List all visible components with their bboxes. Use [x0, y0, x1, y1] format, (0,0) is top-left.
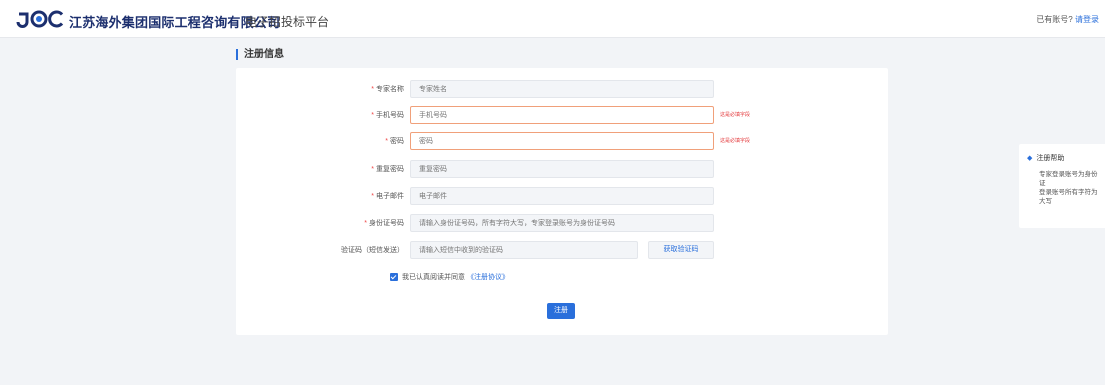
- agreement-link[interactable]: 《注册协议》: [467, 272, 509, 282]
- account-prompt-text: 已有账号?: [1036, 15, 1073, 24]
- password-label: * 密码: [385, 138, 404, 145]
- phone-row: *手机号码 这是必填字段: [236, 106, 888, 124]
- joc-logo-icon: [16, 10, 64, 28]
- id-number-label: * 身份证号码: [364, 220, 404, 227]
- id-number-row: * 身份证号码: [236, 214, 888, 232]
- account-prompt: 已有账号? 请登录: [1036, 14, 1099, 25]
- password-input[interactable]: [410, 132, 714, 150]
- top-header: 江苏海外集团国际工程咨询有限公司 电子招投标平台 已有账号? 请登录: [0, 0, 1105, 38]
- verify-code-label: 验证码（短信发送）: [341, 247, 404, 254]
- password-error: 这是必填字段: [720, 138, 751, 144]
- phone-error: 这是必填字段: [720, 112, 751, 118]
- expert-name-input[interactable]: [410, 80, 714, 98]
- phone-input[interactable]: [410, 106, 714, 124]
- agree-text: 我已认真阅读并同意: [402, 274, 465, 281]
- repeat-password-input[interactable]: [410, 160, 714, 178]
- email-input[interactable]: [410, 187, 714, 205]
- id-number-input[interactable]: [410, 214, 714, 232]
- expert-name-row: * 专家名称: [236, 80, 888, 98]
- help-title: ◆ 注册帮助: [1027, 153, 1064, 163]
- register-form-card: *专家名称 *手机号码 这是必填字段 *密码 这是必填字段 *重复密码 *电子邮…: [236, 68, 888, 335]
- repeat-password-row: * 重复密码: [236, 160, 888, 178]
- expert-name-label: * 专家名称: [371, 86, 404, 93]
- agreement: 我已认真阅读并同意 《注册协议》: [390, 272, 509, 282]
- password-row: * 密码 这是必填字段: [236, 132, 888, 150]
- help-body: 专家登录账号为身份证 登录账号所有字符为大写: [1039, 171, 1098, 205]
- phone-label: * 手机号码: [371, 112, 404, 119]
- help-panel: ◆ 注册帮助 专家登录账号为身份证 登录账号所有字符为大写: [1019, 144, 1105, 228]
- email-row: * 电子邮件: [236, 187, 888, 205]
- verify-code-row: 验证码（短信发送） 获取验证码: [236, 241, 888, 259]
- help-title-text: 注册帮助: [1036, 155, 1065, 162]
- verify-code-input[interactable]: [410, 241, 638, 259]
- bullet-icon: ◆: [1027, 155, 1033, 162]
- get-code-button[interactable]: 获取验证码: [648, 241, 714, 259]
- repeat-password-label: * 重复密码: [371, 166, 404, 173]
- platform-name: 电子招投标平台: [245, 15, 330, 29]
- joc-logo[interactable]: [16, 10, 66, 28]
- register-button[interactable]: 注册: [547, 303, 575, 319]
- agree-checkbox[interactable]: [390, 273, 398, 281]
- email-label: * 电子邮件: [371, 193, 404, 200]
- section-title: 注册信息: [236, 49, 284, 60]
- login-link[interactable]: 请登录: [1075, 15, 1099, 24]
